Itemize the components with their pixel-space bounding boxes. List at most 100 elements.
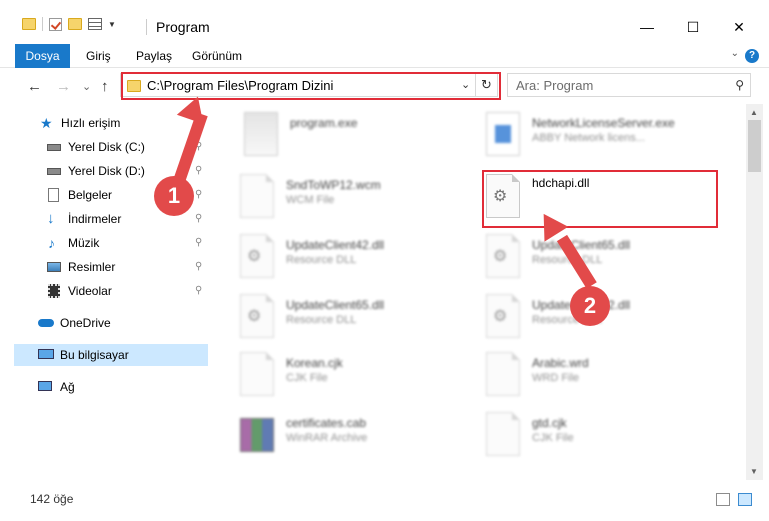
- dll-gear-icon: ⚙: [486, 234, 520, 278]
- sidebar-item-label: İndirmeler: [68, 212, 122, 226]
- sidebar-item-pictures[interactable]: Resimler ⚲: [14, 256, 208, 278]
- file-item[interactable]: ⚙ UpdateClient65.dll Resource DLL: [240, 294, 440, 350]
- tab-share[interactable]: Paylaş: [136, 44, 172, 68]
- file-item[interactable]: ⚙ UpdateClient42.dll Resource DLL: [240, 234, 440, 290]
- file-type: CJK File: [532, 432, 574, 444]
- gear-icon: ⚙: [247, 308, 262, 325]
- file-item[interactable]: SndToWP12.wcm WCM File: [240, 174, 440, 230]
- forward-button[interactable]: →: [56, 78, 71, 95]
- file-item[interactable]: program.exe: [244, 112, 444, 168]
- properties-check-icon[interactable]: [49, 17, 62, 31]
- sidebar-item-label: Ağ: [60, 380, 75, 394]
- recent-locations-button[interactable]: ⌄: [82, 80, 91, 93]
- pictures-icon: [47, 262, 61, 272]
- gear-icon: ⚙: [493, 248, 508, 265]
- file-type: WinRAR Archive: [286, 432, 368, 444]
- file-name: certificates.cab: [286, 416, 367, 430]
- search-input[interactable]: Ara: Program: [516, 78, 593, 93]
- close-button[interactable]: ✕: [716, 11, 762, 43]
- title-bar: ▼ Program — ☐ ✕: [0, 0, 769, 44]
- gear-icon: ⚙: [247, 248, 262, 265]
- archive-icon: [240, 418, 274, 452]
- sidebar-item-label: Yerel Disk (C:): [68, 140, 145, 154]
- minimize-button[interactable]: —: [624, 11, 670, 43]
- separator: [42, 17, 43, 31]
- help-icon[interactable]: ?: [745, 49, 759, 63]
- file-icon: [240, 352, 274, 396]
- quick-access-toolbar: ▼: [22, 17, 116, 31]
- videos-icon: [48, 284, 60, 298]
- drive-icon: [47, 168, 61, 175]
- file-type: WCM File: [286, 194, 335, 206]
- window-title: Program: [156, 19, 210, 35]
- file-type: ABBY Network licens...: [532, 132, 645, 144]
- sidebar-item-disk-c[interactable]: Yerel Disk (C:) ⚲: [14, 136, 208, 158]
- maximize-button[interactable]: ☐: [670, 11, 716, 43]
- large-icons-view-icon[interactable]: [738, 493, 752, 506]
- ribbon-tabs: Dosya Giriş Paylaş Görünüm ⌄ ?: [0, 44, 769, 68]
- sidebar-item-label: Müzik: [68, 236, 100, 250]
- file-type: Resource DLL: [286, 314, 357, 326]
- gear-icon: ⚙: [493, 308, 508, 325]
- pin-icon[interactable]: ⚲: [195, 256, 202, 278]
- cloud-icon: [38, 319, 54, 327]
- properties-icon[interactable]: [88, 18, 102, 30]
- file-item[interactable]: gtd.cjk CJK File: [486, 412, 706, 468]
- tab-home[interactable]: Giriş: [86, 44, 111, 68]
- sidebar-item-label: Resimler: [68, 260, 116, 274]
- up-button[interactable]: ↑: [101, 78, 109, 95]
- tab-view[interactable]: Görünüm: [192, 44, 242, 68]
- address-highlight: [121, 72, 501, 100]
- scroll-down-icon[interactable]: ▼: [750, 467, 758, 476]
- documents-icon: [48, 188, 59, 202]
- file-name: SndToWP12.wcm: [286, 178, 381, 192]
- expand-ribbon-icon[interactable]: ⌄: [731, 48, 739, 59]
- sidebar-item-videos[interactable]: Videolar ⚲: [14, 280, 208, 302]
- scrollbar-thumb[interactable]: [748, 120, 761, 172]
- title-separator: [146, 19, 147, 35]
- music-icon: ♪: [48, 235, 55, 251]
- pin-icon[interactable]: ⚲: [195, 208, 202, 230]
- file-name: NetworkLicenseServer.exe: [532, 116, 675, 130]
- sidebar-item-label: Yerel Disk (D:): [68, 164, 145, 178]
- download-icon: ↓: [47, 210, 55, 227]
- file-item[interactable]: certificates.cab WinRAR Archive: [240, 412, 440, 468]
- new-folder-icon[interactable]: [68, 18, 82, 30]
- file-icon: [486, 412, 520, 456]
- file-item[interactable]: NetworkLicenseServer.exe ABBY Network li…: [486, 112, 726, 168]
- tab-file[interactable]: Dosya: [15, 44, 70, 68]
- file-type: WRD File: [532, 372, 580, 384]
- sidebar-item-music[interactable]: ♪ Müzik ⚲: [14, 232, 208, 254]
- file-item[interactable]: Korean.cjk CJK File: [240, 352, 440, 408]
- sidebar-item-network[interactable]: Ağ: [14, 376, 208, 398]
- folder-icon[interactable]: [22, 18, 36, 30]
- search-box[interactable]: Ara: Program ⚲: [507, 73, 751, 97]
- dll-gear-icon: ⚙: [240, 234, 274, 278]
- sidebar-item-label: Hızlı erişim: [61, 116, 121, 130]
- sidebar-item-label: Bu bilgisayar: [60, 348, 129, 362]
- file-highlight: [482, 170, 718, 228]
- back-button[interactable]: ←: [27, 78, 42, 95]
- file-type: Resource DLL: [286, 254, 357, 266]
- pin-icon[interactable]: ⚲: [195, 160, 202, 182]
- pin-icon[interactable]: ⚲: [195, 184, 202, 206]
- network-icon: [38, 381, 52, 391]
- customize-dropdown-icon[interactable]: ▼: [108, 20, 116, 29]
- star-icon: ★: [40, 115, 53, 131]
- file-item[interactable]: Arabic.wrd WRD File: [486, 352, 706, 408]
- step-badge-1: 1: [154, 176, 194, 216]
- drive-icon: [47, 144, 61, 151]
- sidebar-item-label: Videolar: [68, 284, 112, 298]
- scroll-up-icon[interactable]: ▲: [750, 108, 758, 117]
- pin-icon[interactable]: ⚲: [195, 280, 202, 302]
- pin-icon[interactable]: ⚲: [195, 232, 202, 254]
- sidebar-item-onedrive[interactable]: OneDrive: [14, 312, 208, 334]
- file-name: program.exe: [290, 116, 358, 130]
- file-list: program.exe NetworkLicenseServer.exe ABB…: [210, 104, 746, 480]
- vertical-scrollbar[interactable]: ▲ ▼: [746, 104, 763, 480]
- file-type: CJK File: [286, 372, 328, 384]
- sidebar-item-this-pc[interactable]: Bu bilgisayar: [14, 344, 208, 366]
- sidebar-item-label: OneDrive: [60, 316, 111, 330]
- item-count: 142 öğe: [30, 492, 74, 506]
- details-view-icon[interactable]: [716, 493, 730, 506]
